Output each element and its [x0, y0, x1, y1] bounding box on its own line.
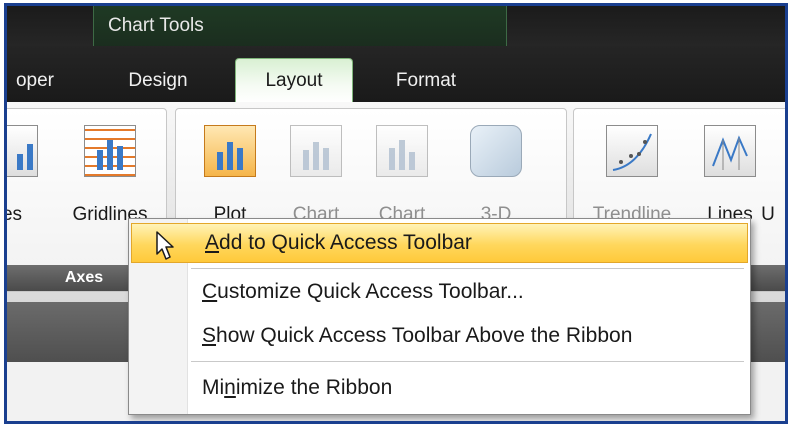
menu-item-label: Minimize the Ribbon: [202, 376, 393, 399]
3d-rotation-icon: [470, 125, 522, 177]
trendline-icon: [606, 125, 658, 177]
3d-rotation-button: 3-D: [464, 125, 528, 225]
axes-button[interactable]: es: [7, 125, 44, 225]
menu-item-minimize-ribbon[interactable]: Minimize the Ribbon: [129, 368, 750, 408]
chart-wall-button: Chart: [284, 125, 348, 225]
axes-label: es: [7, 204, 23, 225]
chart-tools-context: Chart Tools: [93, 6, 507, 50]
plot-area-icon: [204, 125, 256, 177]
menu-item-add-to-qat[interactable]: Add to Quick Access Toolbar: [131, 223, 748, 263]
menu-separator: [191, 268, 744, 269]
title-bar: Chart Tools: [7, 6, 785, 50]
menu-item-customize-qat[interactable]: Customize Quick Access Toolbar...: [129, 272, 750, 312]
arrow-cursor-icon: [155, 230, 177, 267]
chart-floor-button: Chart: [370, 125, 434, 225]
gridlines-icon: [84, 125, 136, 177]
chart-tools-label: Chart Tools: [108, 15, 204, 36]
axes-icon: [7, 125, 38, 177]
menu-item-label: Show Quick Access Toolbar Above the Ribb…: [202, 324, 633, 347]
tab-design[interactable]: Design: [115, 62, 201, 100]
gridlines-button[interactable]: Gridlines: [73, 125, 147, 225]
trendline-button[interactable]: Trendline: [593, 125, 671, 225]
chart-wall-icon: [290, 125, 342, 177]
chart-floor-icon: [376, 125, 428, 177]
tab-format[interactable]: Format: [371, 62, 481, 100]
plot-area-button[interactable]: Plot: [198, 125, 262, 225]
tab-developer[interactable]: oper: [7, 62, 65, 100]
lines-icon: [704, 125, 756, 177]
context-menu: Add to Quick Access Toolbar Customize Qu…: [128, 218, 751, 415]
ribbon-tab-row: oper Design Layout Format: [7, 46, 785, 103]
tab-layout[interactable]: Layout: [235, 58, 353, 103]
menu-separator: [191, 361, 744, 362]
menu-item-label: Customize Quick Access Toolbar...: [202, 280, 524, 303]
menu-item-show-qat-above[interactable]: Show Quick Access Toolbar Above the Ribb…: [129, 316, 750, 356]
screenshot-frame: Chart Tools oper Design Layout Format es: [4, 3, 788, 424]
menu-item-label: Add to Quick Access Toolbar: [205, 231, 472, 254]
lines-button[interactable]: Lines: [698, 125, 762, 225]
